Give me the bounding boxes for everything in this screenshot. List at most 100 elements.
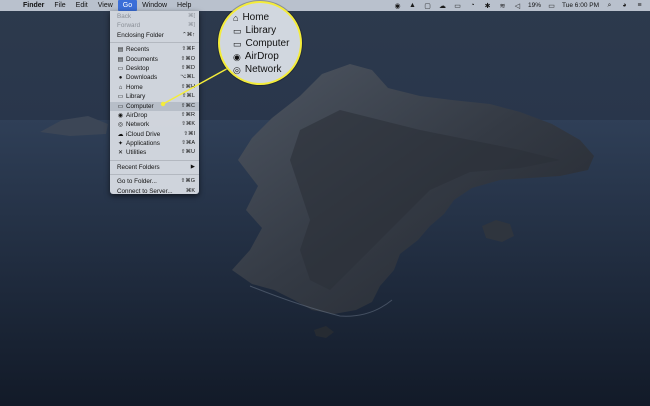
menu-item-label: Recent Folders <box>117 163 160 171</box>
wifi-icon[interactable]: ≋ <box>498 1 507 10</box>
battery-icon[interactable]: ▭ <box>547 1 556 10</box>
go-menu-dropdown: Back ⌘[Forward ⌘] Enclosing Folder ⌃⌘↑ ▤ Recen… <box>110 11 199 196</box>
menu-item-label: Downloads <box>126 74 158 82</box>
zoom-item-label: Library <box>245 25 277 36</box>
menu-help[interactable]: Help <box>172 0 196 11</box>
menu-window[interactable]: Window <box>137 0 172 11</box>
menu-view[interactable]: View <box>93 0 118 11</box>
menu-item-shortcut: ⇧⌘A <box>181 140 195 147</box>
menu-item-label: Connect to Server... <box>117 187 173 195</box>
zoom-item-library: ▭ Library <box>233 24 276 38</box>
menu-item-documents[interactable]: ▤ Documents ⇧⌘O <box>110 55 199 64</box>
computer-icon: ▭ <box>233 39 242 49</box>
menu-item-shortcut: ⇧⌘D <box>180 64 195 71</box>
menu-item-label: Go to Folder... <box>117 178 157 186</box>
menu-item-computer[interactable]: ▭ Computer ⇧⌘C <box>110 101 199 111</box>
menu-item-shortcut: ⇧⌘R <box>180 111 195 118</box>
menu-item-label: Home <box>126 83 143 91</box>
menu-item-utilities[interactable]: ✕ Utilities ⇧⌘U <box>110 148 199 157</box>
menu-item-go-to-folder[interactable]: Go to Folder... ⇧⌘G <box>110 177 199 186</box>
menu-separator <box>110 42 199 44</box>
notification-center-icon[interactable]: ≡ <box>635 1 644 10</box>
menu-item-label: AirDrop <box>126 111 148 119</box>
zoom-item-network: ◎ Network <box>233 63 282 77</box>
menu-item-shortcut: ⌘] <box>187 22 195 29</box>
zoom-item-label: AirDrop <box>244 51 279 62</box>
user-icon[interactable]: ◕ <box>620 1 629 10</box>
menu-item-shortcut: ▶ <box>190 163 195 170</box>
menu-item-enclosing-folder[interactable]: Enclosing Folder ⌃⌘↑ <box>110 31 199 40</box>
menu-item-shortcut: ⌥⌘L <box>180 74 195 81</box>
desktop-wallpaper <box>0 0 650 406</box>
menu-item-label: Documents <box>126 55 158 63</box>
menu-item-applications[interactable]: ✦ Applications ⇧⌘A <box>110 139 199 148</box>
cloud-icon[interactable]: ☁ <box>438 1 447 10</box>
menu-item-shortcut: ⇧⌘F <box>181 46 195 53</box>
zoom-item-label: Network <box>244 64 282 75</box>
home-icon: ⌂ <box>233 13 239 23</box>
zoom-item-computer: ▭ Computer <box>233 37 289 51</box>
menu-item-label: Computer <box>126 102 154 110</box>
menu-item-shortcut: ⇧⌘O <box>180 55 195 62</box>
menu-item-library[interactable]: ▭ Library ⇧⌘L <box>110 92 199 101</box>
volume-icon[interactable]: ◁ <box>513 1 522 10</box>
menu-item-desktop[interactable]: ▭ Desktop ⇧⌘D <box>110 64 199 73</box>
menu-item-shortcut: ⇧⌘K <box>181 121 195 128</box>
battery-percent: 19% <box>528 2 542 9</box>
clock[interactable]: Tue 6:00 PM <box>562 2 599 9</box>
menu-item-downloads[interactable]: ● Downloads ⌥⌘L <box>110 73 199 82</box>
menu-file[interactable]: File <box>49 0 70 11</box>
zoom-callout: ⌂ Home ▭ Library ▭ Computer ◉ AirDrop ◎ Network <box>220 3 300 83</box>
zoom-item-label: Computer <box>245 38 290 49</box>
airdrop-icon: ◉ <box>233 52 241 62</box>
menu-item-label: Applications <box>126 140 160 148</box>
zoom-item-label: Home <box>242 12 270 23</box>
display-icon[interactable]: ▭ <box>453 1 462 10</box>
menu-item-shortcut: ⇧⌘I <box>183 130 195 137</box>
circle-status-icon[interactable]: ◉ <box>393 1 402 10</box>
clipboard-icon[interactable]: ▢ <box>423 1 432 10</box>
menu-item-shortcut: ⇧⌘L <box>181 93 195 100</box>
menu-finder[interactable]: Finder <box>18 0 49 11</box>
time-machine-icon[interactable]: ◔ <box>468 1 477 10</box>
menu-item-shortcut: ⌘K <box>185 187 195 194</box>
menu-item-network[interactable]: ◎ Network ⇧⌘K <box>110 120 199 129</box>
menu-go[interactable]: Go <box>117 0 138 11</box>
network-icon: ◎ <box>233 65 241 75</box>
menu-item-label: Forward <box>117 22 141 30</box>
menu-item-home[interactable]: ⌂ Home ⇧⌘H <box>110 83 199 92</box>
menu-item-shortcut: ⇧⌘C <box>180 102 195 109</box>
library-icon: ▭ <box>233 26 242 36</box>
menu-separator <box>110 174 199 176</box>
zoom-item-home: ⌂ Home <box>233 11 269 25</box>
menu-item-back[interactable]: Back ⌘[ <box>110 12 199 21</box>
zoom-item-airdrop: ◉ AirDrop <box>233 50 279 64</box>
utilities-icon: ✕ <box>117 150 124 157</box>
menu-item-airdrop[interactable]: ◉ AirDrop ⇧⌘R <box>110 111 199 120</box>
menu-item-label: Recents <box>126 46 150 54</box>
menu-item-shortcut: ⌘[ <box>187 13 195 19</box>
menu-item-shortcut: ⇧⌘H <box>180 83 195 90</box>
menu-item-shortcut: ⇧⌘G <box>180 178 195 185</box>
menu-item-recents[interactable]: ▤ Recents ⇧⌘F <box>110 45 199 54</box>
app-status-icon[interactable]: ▲ <box>408 1 417 10</box>
menu-item-icloud-drive[interactable]: ☁ iCloud Drive ⇧⌘I <box>110 130 199 139</box>
status-area: ◉ ▲ ▢ ☁ ▭ ◔ ✱ ≋ ◁ 19% ▭ Tue 6:00 PM ⌕ ◕ … <box>393 0 644 11</box>
menu-item-label: Library <box>126 93 146 101</box>
menu-item-shortcut: ⇧⌘U <box>180 149 195 156</box>
menu-item-forward[interactable]: Forward ⌘] <box>110 21 199 30</box>
menu-item-label: Back <box>117 13 131 20</box>
menu-item-label: Utilities <box>126 149 147 157</box>
menu-edit[interactable]: Edit <box>71 0 93 11</box>
menu-bar: Finder File Edit View Go Window Help ◉ ▲… <box>0 0 650 11</box>
menu-item-connect-to-server[interactable]: Connect to Server... ⌘K <box>110 187 199 196</box>
spotlight-search-icon[interactable]: ⌕ <box>605 1 614 10</box>
menu-item-shortcut: ⌃⌘↑ <box>182 31 195 38</box>
menu-item-label: Enclosing Folder <box>117 31 164 39</box>
menu-item-label: Network <box>126 121 150 129</box>
menu-item-label: Desktop <box>126 64 150 72</box>
menu-item-label: iCloud Drive <box>126 130 161 138</box>
menu-item-recent-folders[interactable]: Recent Folders ▶ <box>110 163 199 172</box>
bluetooth-icon[interactable]: ✱ <box>483 1 492 10</box>
menu-separator <box>110 159 199 161</box>
